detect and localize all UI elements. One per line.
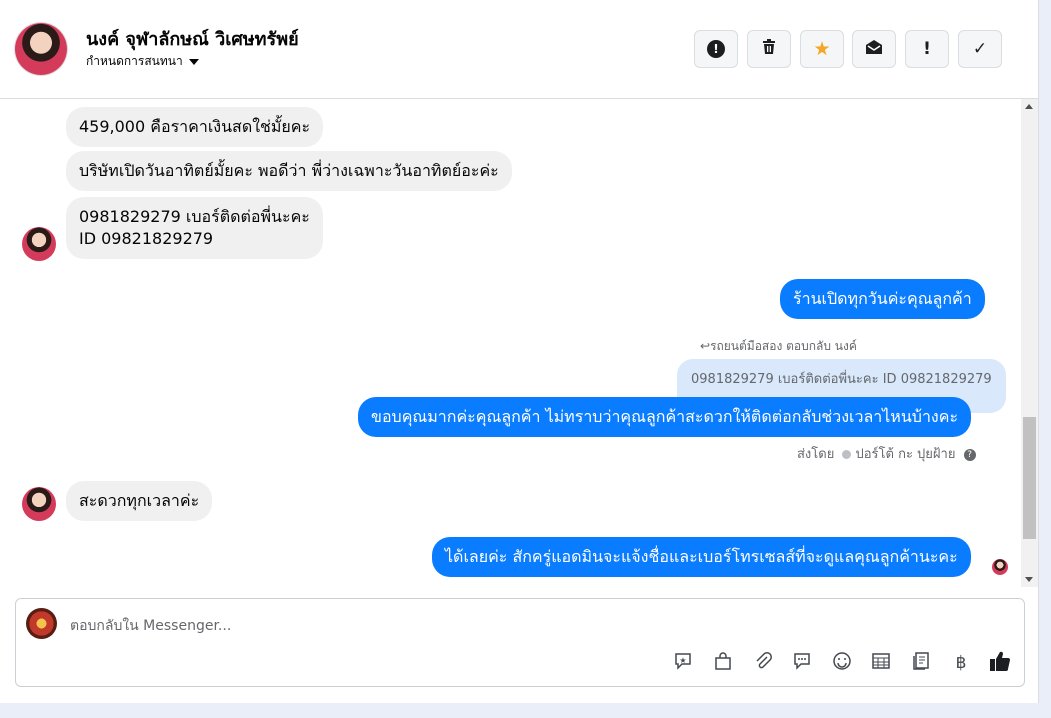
- message-line: 0981829279 เบอร์ติดต่อพี่นะคะ: [79, 207, 310, 226]
- contact-avatar-small[interactable]: [22, 487, 56, 521]
- contact-avatar-small[interactable]: [22, 227, 56, 261]
- like-button[interactable]: [988, 651, 1012, 675]
- caret-down-icon: [188, 58, 199, 65]
- table-button[interactable]: [869, 651, 893, 675]
- incoming-message: บริษัทเปิดวันอาทิตย์มั้ยคะ พอดีว่า พี่ว่…: [66, 151, 512, 191]
- scroll-down-icon[interactable]: [1025, 577, 1033, 582]
- page-avatar: [26, 608, 57, 639]
- mark-spam-button[interactable]: !: [694, 30, 738, 68]
- help-icon[interactable]: ?: [963, 448, 976, 461]
- reply-arrow-icon: ↩: [700, 339, 711, 353]
- check-icon: ✓: [972, 39, 988, 59]
- emoji-icon: [832, 651, 852, 676]
- reply-input[interactable]: ตอบกลับใน Messenger...: [70, 615, 231, 637]
- seen-avatar: [992, 559, 1008, 575]
- reply-meta: ↩รถยนต์มือสอง ตอบกลับ นงค์: [700, 337, 857, 356]
- like-icon: [989, 650, 1011, 677]
- table-icon: [871, 651, 891, 676]
- mark-done-button[interactable]: ✓: [958, 30, 1002, 68]
- star-icon: ★: [813, 38, 831, 60]
- chat-button[interactable]: [790, 651, 814, 675]
- document-icon: [911, 651, 931, 676]
- star-button[interactable]: ★: [800, 30, 844, 68]
- reply-composer: ตอบกลับใน Messenger... ★ ฿: [15, 598, 1025, 687]
- baht-icon: ฿: [955, 653, 967, 673]
- svg-text:★: ★: [679, 656, 686, 665]
- incoming-message: สะดวกทุกเวลาค่ะ: [66, 481, 213, 521]
- reply-meta-text: รถยนต์มือสอง ตอบกลับ นงค์: [710, 339, 857, 353]
- sent-by-name: ปอร์โต้ กะ ปุยฝ้าย: [855, 447, 956, 462]
- delete-button[interactable]: [747, 30, 791, 68]
- alert-icon: !: [707, 40, 725, 58]
- contact-name[interactable]: นงค์ จุฬาลักษณ์ วิเศษทรัพย์: [86, 24, 299, 53]
- sender-avatar-icon: [842, 450, 852, 459]
- sent-by-prefix: ส่งโดย: [797, 447, 835, 462]
- contact-avatar[interactable]: [15, 23, 67, 75]
- assign-conversation-dropdown[interactable]: กำหนดการสนทนา: [86, 52, 199, 71]
- follow-up-button[interactable]: !: [905, 30, 949, 68]
- document-button[interactable]: [909, 651, 933, 675]
- follow-up-icon: !: [923, 39, 931, 59]
- attach-button[interactable]: [751, 651, 775, 675]
- mark-unread-button[interactable]: [852, 30, 896, 68]
- saved-reply-button[interactable]: ★: [671, 651, 695, 675]
- scrollbar-thumb[interactable]: [1023, 417, 1036, 539]
- outgoing-message: ขอบคุณมากค่ะคุณลูกค้า ไม่ทราบว่าคุณลูกค้…: [358, 397, 972, 437]
- payment-button[interactable]: ฿: [949, 651, 973, 675]
- mail-open-icon: [865, 39, 883, 60]
- incoming-message: 459,000 คือราคาเงินสดใช่มั้ยคะ: [66, 107, 324, 147]
- message-line: ID 09821829279: [79, 229, 214, 248]
- conversation-panel: นงค์ จุฬาลักษณ์ วิเศษทรัพย์ กำหนดการสนทน…: [0, 0, 1039, 703]
- outgoing-message: ได้เลยค่ะ สักครู่แอดมินจะแจ้งชื่อและเบอร…: [432, 537, 971, 577]
- saved-reply-icon: ★: [673, 651, 693, 676]
- outgoing-message: ร้านเปิดทุกวันค่ะคุณลูกค้า: [780, 279, 985, 319]
- emoji-button[interactable]: [830, 651, 854, 675]
- attachment-icon: [753, 651, 773, 676]
- sent-by-label: ส่งโดย ปอร์โต้ กะ ปุยฝ้าย ?: [797, 443, 976, 464]
- conversation-header: นงค์ จุฬาลักษณ์ วิเศษทรัพย์ กำหนดการสนทน…: [0, 0, 1038, 99]
- incoming-message: 0981829279 เบอร์ติดต่อพี่นะคะ ID 0982182…: [66, 197, 323, 259]
- thread-scrollbar[interactable]: [1021, 99, 1038, 587]
- scroll-up-icon[interactable]: [1025, 104, 1033, 109]
- assign-label: กำหนดการสนทนา: [86, 54, 183, 68]
- shop-button[interactable]: [711, 651, 735, 675]
- trash-icon: [761, 38, 777, 60]
- chat-icon: [792, 651, 812, 676]
- shop-bag-icon: [713, 651, 733, 676]
